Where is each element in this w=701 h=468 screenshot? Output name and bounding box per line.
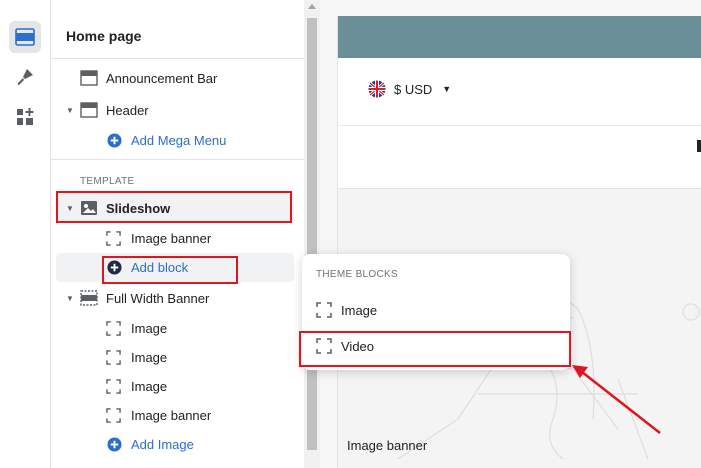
- hero-caption: Image banner: [347, 438, 428, 453]
- divider: [51, 58, 304, 59]
- add-image-button[interactable]: Add Image: [51, 431, 304, 457]
- uk-flag-icon: [368, 80, 386, 98]
- divider: [338, 125, 701, 126]
- sections-panel: Home page Announcement Bar ▼ Header Add …: [51, 0, 304, 468]
- section-header[interactable]: ▼ Header: [51, 97, 304, 123]
- highlight-slideshow: [56, 191, 292, 223]
- page-title: Home page: [66, 28, 142, 44]
- preview-pane: $ USD ▼ Image banner: [320, 0, 701, 468]
- section-announcement-bar[interactable]: Announcement Bar: [51, 65, 304, 91]
- block-label: Image banner: [131, 407, 212, 423]
- block-icon: [106, 407, 121, 423]
- theme-settings-tab[interactable]: [9, 61, 41, 93]
- popup-item-image[interactable]: Image: [302, 296, 570, 324]
- preview-frame: $ USD ▼: [337, 16, 701, 468]
- add-circle-icon: [107, 436, 122, 452]
- paintbrush-icon: [17, 69, 33, 85]
- sections-tab[interactable]: [9, 21, 41, 53]
- popup-item-label: Image: [341, 302, 378, 318]
- highlight-add-block: [102, 256, 238, 284]
- block-image[interactable]: Image: [51, 373, 304, 399]
- section-icon: [80, 102, 98, 118]
- template-label: TEMPLATE: [80, 176, 135, 187]
- add-circle-icon: [107, 132, 122, 148]
- divider: [51, 159, 304, 160]
- block-label: Image: [131, 378, 168, 394]
- announcement-bar-preview[interactable]: [338, 16, 701, 58]
- add-image-label: Add Image: [131, 436, 194, 452]
- popup-title: THEME BLOCKS: [316, 269, 398, 280]
- header-edge: [697, 140, 701, 152]
- section-label: Full Width Banner: [106, 290, 210, 306]
- block-label: Image: [131, 320, 168, 336]
- scrollbar-thumb[interactable]: [307, 18, 317, 450]
- icon-rail: [0, 0, 51, 468]
- apps-add-icon: [17, 108, 34, 125]
- block-icon: [106, 349, 121, 365]
- add-mega-menu-label: Add Mega Menu: [131, 132, 227, 148]
- block-label: Image: [131, 349, 168, 365]
- block-icon: [106, 378, 121, 394]
- section-full-width-banner[interactable]: ▼ Full Width Banner: [51, 285, 304, 311]
- caret-down-icon[interactable]: ▼: [66, 106, 74, 115]
- block-icon: [316, 302, 332, 318]
- section-icon: [80, 70, 98, 86]
- currency-label: $ USD: [394, 81, 433, 97]
- block-label: Image banner: [131, 230, 212, 246]
- block-icon: [106, 230, 121, 246]
- section-label: Announcement Bar: [106, 70, 218, 86]
- section-label: Header: [106, 102, 149, 118]
- block-image[interactable]: Image: [51, 344, 304, 370]
- block-icon: [106, 320, 121, 336]
- add-mega-menu-button[interactable]: Add Mega Menu: [51, 127, 304, 153]
- app-blocks-tab[interactable]: [9, 101, 41, 133]
- block-image[interactable]: Image: [51, 315, 304, 341]
- highlight-video: [299, 331, 571, 367]
- caret-down-icon: ▼: [442, 84, 452, 94]
- scroll-up-arrow-icon[interactable]: [308, 4, 316, 9]
- caret-down-icon[interactable]: ▼: [66, 294, 74, 303]
- currency-selector[interactable]: $ USD ▼: [368, 80, 451, 98]
- layout-sections-icon: [15, 28, 35, 46]
- block-image-banner[interactable]: Image banner: [51, 402, 304, 428]
- block-image-banner[interactable]: Image banner: [51, 225, 304, 251]
- section-icon: [80, 290, 98, 306]
